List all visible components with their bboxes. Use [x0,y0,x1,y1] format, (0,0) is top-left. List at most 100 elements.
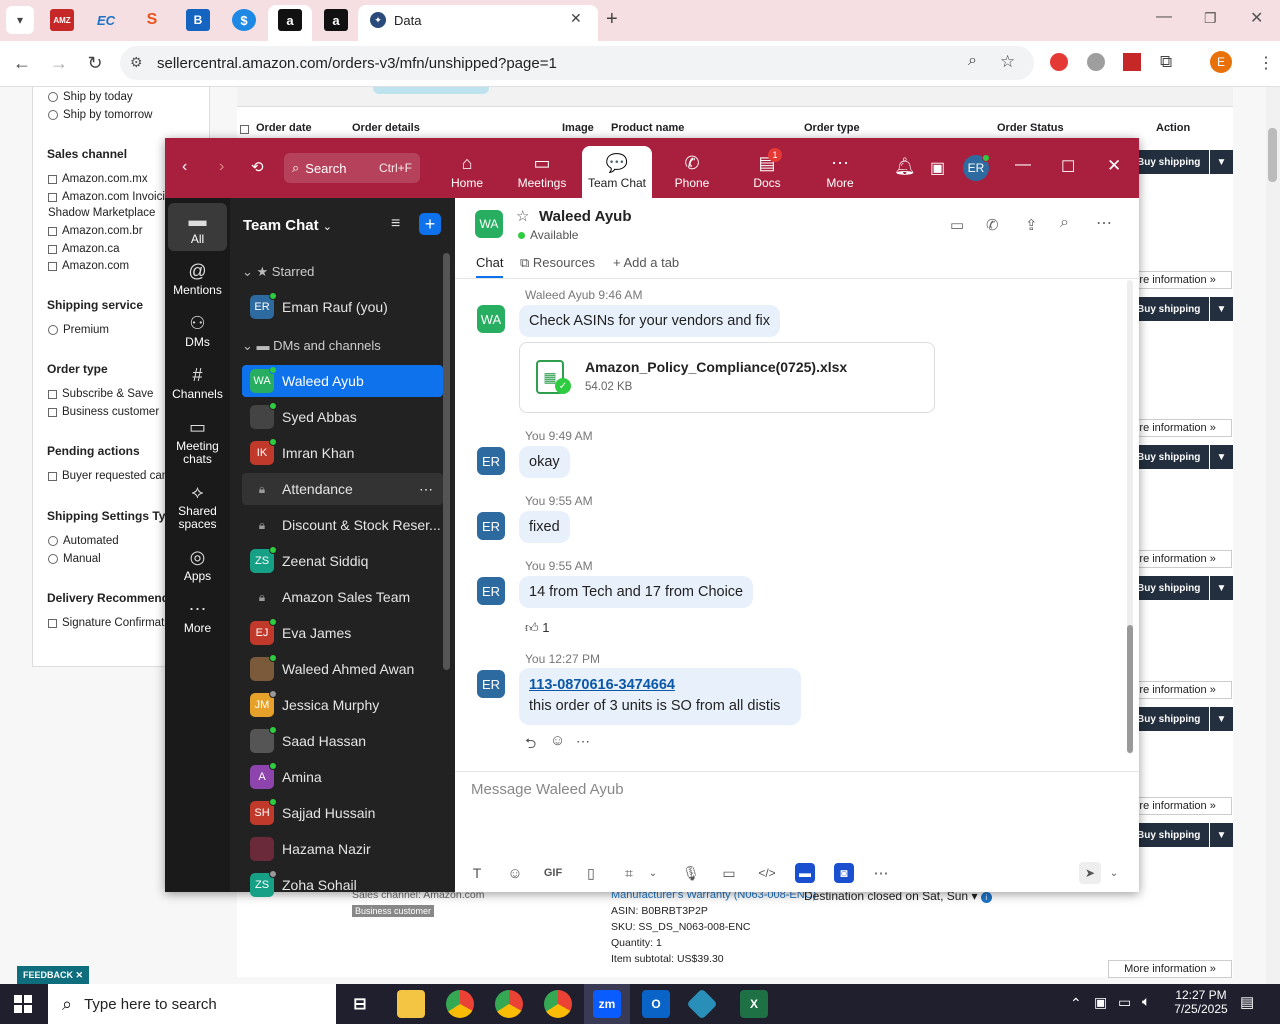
filter-buyer-requested[interactable]: Buyer requested can [48,470,168,482]
bell-icon[interactable]: 🔔︎ [894,157,916,177]
rail-dms[interactable]: ⚇ DMs [168,313,227,349]
filter-icon[interactable]: ≡ [391,215,400,233]
add-reaction-icon[interactable]: ☺ [550,732,565,749]
browser-menu-icon[interactable]: ⋮ [1258,53,1274,73]
feedback-button[interactable]: FEEDBACK ✕ [17,966,90,984]
url-text[interactable]: sellercentral.amazon.com/orders-v3/mfn/u… [157,55,557,72]
chat-more-icon[interactable]: ⋯ [1096,213,1112,233]
rail-all[interactable]: ▬ All [168,210,227,246]
send-icon[interactable]: ➤ [1079,862,1101,884]
filter-signature[interactable]: Signature Confirmat [48,617,164,629]
avatar[interactable]: WA [477,305,505,333]
buy-shipping-dropdown[interactable]: ▼ [1209,707,1233,731]
avatar[interactable]: ER [477,670,505,698]
video-message-icon[interactable]: ▭ [718,862,740,884]
tab-favicon-b[interactable]: B [186,9,210,31]
rail-more[interactable]: ⋯ More [168,599,227,635]
message-bubble[interactable]: Check ASINs for your vendors and fix [519,305,780,337]
order-link[interactable]: 113-0870616-3474664 [529,677,675,693]
video-call-icon[interactable]: ▭ [950,216,964,234]
list-item-contact[interactable]: 🔒︎ Attendance ⋯ [242,473,443,505]
tab-pill-1[interactable] [373,87,489,94]
filter-channel-mx[interactable]: Amazon.com.mx [48,173,148,185]
chrome-profile-2-icon[interactable] [544,990,572,1018]
zoom-profile-avatar[interactable]: ER [963,154,990,181]
list-item-contact[interactable]: IK Imran Khan [242,437,443,469]
info-icon[interactable]: i [980,892,992,903]
zoom-maximize-icon[interactable]: ☐ [1061,157,1075,177]
chat-search-icon[interactable]: ⌕ [1060,214,1069,232]
list-item-contact[interactable]: ZS Zoha Sohail [242,869,443,901]
tab-favicon-ec[interactable]: EC [94,9,118,31]
buy-shipping-dropdown[interactable]: ▼ [1209,150,1233,174]
taskbar-search[interactable]: ⌕ Type here to search [48,984,336,1024]
list-item-self[interactable]: ER Eman Rauf (you) [242,291,443,323]
list-item-contact[interactable]: Saad Hassan [242,725,443,757]
nav-home[interactable]: ⌂ Home [432,146,502,198]
reply-icon[interactable]: ⮌ [525,733,536,757]
close-window-icon[interactable]: ✕ [1250,8,1263,28]
list-item-contact[interactable]: EJ Eva James [242,617,443,649]
filter-channel-invoicing[interactable]: Amazon.com Invoici [48,191,165,203]
list-item-contact[interactable]: A Amina [242,761,443,793]
screenshot-icon[interactable]: ⌗ [618,862,640,884]
message-bubble[interactable]: 14 from Tech and 17 from Choice [519,576,754,608]
filter-channel-br[interactable]: Amazon.com.br [48,225,143,237]
more-options-icon[interactable]: ⋯ [419,481,433,498]
send-options-chevron-icon[interactable]: ⌄ [1103,862,1125,884]
volume-icon[interactable]: 🔈︎ [1142,993,1150,1010]
zoom-forward-icon[interactable]: › [219,158,224,176]
close-tab-icon[interactable]: ✕ [570,10,582,27]
profile-avatar[interactable]: E [1210,51,1232,73]
zoom-lens-icon[interactable]: ⌕ [968,52,977,70]
message-bubble[interactable]: okay [519,446,570,478]
nav-more[interactable]: ⋯ More [805,146,875,198]
task-view-icon[interactable]: ⊟ [346,990,374,1018]
chat-header-name[interactable]: Waleed Ayub [539,208,632,225]
list-item-contact[interactable]: JM Jessica Murphy [242,689,443,721]
buy-shipping-dropdown[interactable]: ▼ [1209,823,1233,847]
list-scrollbar[interactable] [443,253,450,670]
restore-icon[interactable]: ❐ [1204,10,1217,27]
tab-favicon-dollar[interactable]: $ [232,9,256,31]
minimize-icon[interactable]: — [1156,8,1172,26]
list-item-contact[interactable]: 🔒︎ Amazon Sales Team [242,581,443,613]
forward-icon[interactable]: → [44,48,74,78]
microphone-icon[interactable]: 🎙︎ [680,862,702,884]
list-item-contact[interactable]: WA Waleed Ayub [242,365,443,397]
reaction-thumbs-up[interactable]: 👍︎ 1 [525,620,549,636]
add-tab-button[interactable]: + Add a tab [613,255,679,270]
tab-favicon-1[interactable]: AMZ [50,9,74,31]
chat-scrollbar-thumb[interactable] [1127,625,1133,753]
filter-business-customer[interactable]: Business customer [48,406,159,418]
excel-icon[interactable]: X [740,990,768,1018]
tab-favicon-s[interactable]: S [140,9,164,31]
chevron-down-icon[interactable]: ⌄ [642,862,664,884]
file-name[interactable]: Amazon_Policy_Compliance(0725).xlsx [585,359,847,375]
gif-button[interactable]: GIF [542,862,564,884]
favorite-star-icon[interactable]: ☆ [516,207,529,225]
back-icon[interactable]: ← [7,48,37,78]
pdf-extension-icon[interactable] [1123,53,1141,71]
bookmark-star-icon[interactable]: ☆ [1000,52,1015,72]
code-snippet-icon[interactable]: </> [756,862,778,884]
filter-premium[interactable]: Premium [48,324,109,336]
reload-icon[interactable]: ↻ [80,48,110,78]
windows-start-icon[interactable] [14,995,32,1013]
filter-automated[interactable]: Automated [48,535,119,547]
nav-docs[interactable]: ▤ Docs [732,146,802,198]
tab-resources[interactable]: ⧉ Resources [520,255,595,271]
avatar[interactable]: ER [477,577,505,605]
filter-channel-ca[interactable]: Amazon.ca [48,243,120,255]
chat-header-avatar[interactable]: WA [475,210,503,238]
col-order-date[interactable]: Order date [256,122,312,134]
select-all-checkbox[interactable] [240,122,249,137]
zoom-app-icon[interactable]: zm [593,990,621,1018]
page-scrollbar-thumb[interactable] [1268,128,1277,182]
team-chat-title[interactable]: Team Chat ⌄ [243,217,332,234]
zoom-close-icon[interactable]: ✕ [1107,156,1121,176]
app-icon-1[interactable]: ▬ [795,863,815,883]
share-screen-icon[interactable]: ⇪ [1025,216,1038,234]
starred-section[interactable]: ⌄ ★ Starred [242,264,314,280]
page-scrollbar[interactable] [1266,87,1280,984]
